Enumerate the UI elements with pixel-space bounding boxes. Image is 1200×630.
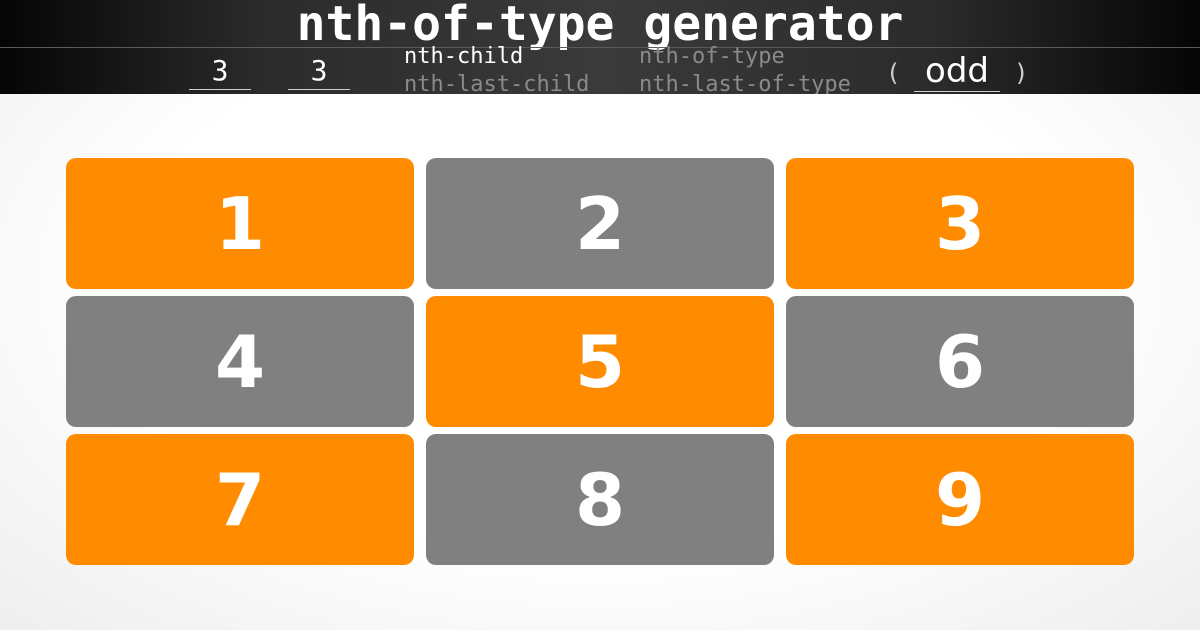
grid-box-9: 9	[786, 434, 1134, 565]
grid-box-4: 4	[66, 296, 414, 427]
grid-box-8: 8	[426, 434, 774, 565]
selector-nth-last-of-type[interactable]: nth-last-of-type	[639, 72, 851, 94]
rows-input[interactable]	[288, 52, 350, 90]
grid-box-5: 5	[426, 296, 774, 427]
paren-open: (	[886, 59, 901, 87]
grid-box-6: 6	[786, 296, 1134, 427]
box-grid: 123 456 789	[66, 158, 1134, 566]
columns-input[interactable]	[189, 52, 251, 90]
paren-close: )	[1014, 59, 1029, 87]
header-bar: nth-of-type generator nth-child nth-last…	[0, 0, 1200, 94]
selector-nth-last-child[interactable]: nth-last-child	[404, 72, 589, 94]
formula-input[interactable]	[914, 50, 1000, 92]
selector-nth-of-type[interactable]: nth-of-type	[639, 44, 785, 70]
grid-box-7: 7	[66, 434, 414, 565]
grid-box-1: 1	[66, 158, 414, 289]
page-title: nth-of-type generator	[296, 0, 904, 52]
selector-nth-child[interactable]: nth-child	[404, 44, 523, 70]
header-divider	[0, 47, 1200, 48]
grid-box-2: 2	[426, 158, 774, 289]
grid-box-3: 3	[786, 158, 1134, 289]
